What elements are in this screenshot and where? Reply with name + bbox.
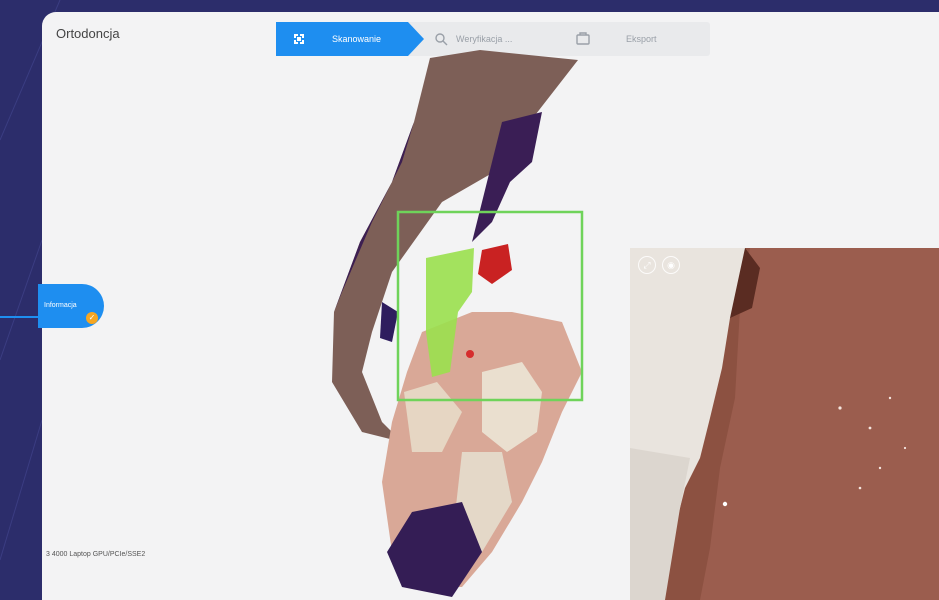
chat-label: Informacja — [44, 302, 77, 309]
red-highlight-mesh — [478, 244, 512, 284]
intraoral-image — [630, 248, 939, 600]
scan-fragment — [380, 302, 398, 342]
device-status: 3 4000 Laptop GPU/PCIe/SSE2 — [46, 551, 146, 558]
expand-icon[interactable]: ⤢ — [638, 256, 656, 274]
app-window: Ortodoncja Skanowanie Weryfikacja ... Ek… — [42, 12, 939, 600]
camera-preview[interactable]: ⤢ ◉ — [630, 248, 939, 600]
camera-icon[interactable]: ◉ — [662, 256, 680, 274]
check-icon: ✓ — [86, 312, 98, 324]
chat-bubble[interactable]: Informacja ✓ — [38, 284, 104, 328]
red-marker — [466, 350, 474, 358]
connector-line — [0, 316, 42, 318]
